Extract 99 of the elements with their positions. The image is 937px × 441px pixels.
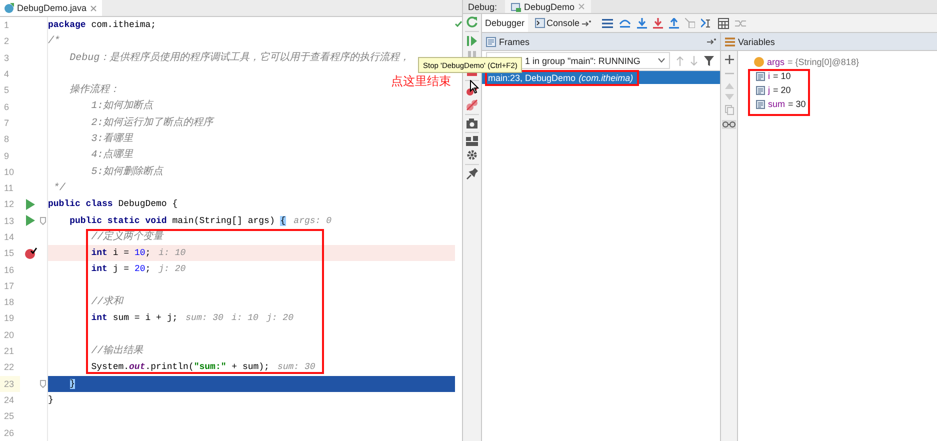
line-number: 14 — [3, 231, 16, 244]
variable-item[interactable]: j = 20 — [738, 83, 937, 97]
settings-icon[interactable] — [466, 149, 478, 161]
close-icon[interactable] — [90, 4, 97, 12]
line-number: 13 — [3, 214, 16, 228]
line-number: 9 — [3, 150, 10, 163]
line-number: 1 — [3, 19, 10, 32]
glasses-icon[interactable] — [722, 120, 736, 129]
debug-tab[interactable]: Console — [532, 14, 594, 32]
line-number: 6 — [3, 100, 10, 114]
variable-item[interactable]: sum = 30 — [738, 97, 937, 111]
debug-label: Debug: — [467, 2, 498, 12]
code-line: 3:看哪里 — [90, 132, 134, 148]
session-tab[interactable]: DebugDemo — [505, 0, 591, 13]
code-line: //输出结果 — [90, 344, 144, 359]
line-number: 20 — [3, 328, 16, 342]
line-number: 5 — [3, 84, 10, 98]
up-arrow-icon[interactable] — [676, 56, 684, 66]
line-number: 19 — [3, 312, 16, 326]
line-number: 24 — [3, 394, 16, 407]
variables-icon — [725, 36, 735, 46]
trace-icon[interactable] — [734, 18, 746, 28]
code-line: public class DebugDemo { — [48, 198, 179, 212]
parameter-icon — [754, 57, 764, 67]
line-number: 16 — [3, 264, 16, 277]
line-number: 18 — [3, 296, 16, 310]
code-line: } — [48, 394, 54, 407]
debug-tab[interactable]: Debugger — [482, 14, 528, 32]
variable-icon — [756, 86, 765, 94]
line-number: 17 — [3, 280, 16, 293]
pin-icon[interactable] — [466, 168, 478, 180]
code-line: */ — [52, 182, 66, 196]
down-arrow-icon[interactable] — [690, 56, 698, 66]
force-step-into-icon[interactable] — [652, 18, 663, 28]
variable-icon — [756, 100, 765, 108]
annotation-frame — [748, 69, 810, 116]
code-line: package com.itheima; — [48, 19, 158, 32]
line-number: 22 — [3, 361, 16, 374]
step-out-icon[interactable] — [668, 18, 679, 28]
calculator-icon[interactable] — [718, 18, 729, 28]
console-icon — [534, 18, 545, 28]
line-number: 23 — [0, 376, 20, 392]
menu-icon[interactable] — [602, 18, 613, 28]
breakpoint-icon[interactable] — [24, 247, 36, 260]
step-into-icon[interactable] — [636, 18, 647, 28]
resume-icon[interactable] — [466, 35, 478, 47]
class-file-icon — [4, 3, 14, 13]
variable-item[interactable]: i = 10 — [738, 69, 937, 83]
frames-icon — [486, 36, 496, 46]
line-number: 8 — [3, 133, 10, 146]
editor-tab[interactable]: DebugDemo.java — [0, 0, 102, 16]
code-line: int j = 20; j: 20 — [90, 263, 187, 276]
step-over-icon[interactable] — [618, 18, 631, 28]
line-number: 25 — [3, 410, 16, 424]
line-number: 10 — [3, 166, 16, 179]
panel-title: Variables — [738, 36, 775, 46]
line-number: 21 — [3, 345, 16, 358]
close-icon[interactable] — [578, 3, 585, 10]
line-number: 4 — [3, 68, 10, 82]
line-number: 26 — [3, 426, 16, 440]
pin-tab-icon[interactable] — [707, 38, 716, 45]
mouse-cursor-icon — [470, 80, 479, 94]
line-number: 11 — [3, 182, 14, 196]
fold-icon[interactable] — [40, 380, 46, 388]
line-number: 7 — [3, 116, 10, 130]
code-line: public static void main(String[] args) { args: 0 — [68, 214, 332, 228]
code-line: System.out.println("sum:" + sum); sum: 30 — [90, 361, 316, 374]
pin-tab-icon — [582, 20, 591, 26]
mute-breakpoints-icon[interactable] — [466, 99, 478, 111]
chevron-down-icon — [658, 58, 665, 63]
layout-icon[interactable] — [466, 136, 478, 146]
run-to-cursor-icon[interactable] — [700, 18, 712, 28]
panel-title: Frames — [499, 36, 530, 46]
code-line: int sum = i + j; sum: 30 i: 10 j: 20 — [90, 312, 294, 326]
line-number: 2 — [3, 35, 10, 48]
frame-item[interactable]: main:23, DebugDemo (com.itheima) — [482, 71, 720, 84]
code-line: //求和 — [90, 294, 125, 310]
code-line: 5:如何删除断点 — [90, 164, 165, 180]
filter-icon[interactable] — [704, 56, 714, 66]
camera-icon[interactable] — [466, 118, 478, 129]
run-icon[interactable] — [25, 215, 35, 226]
line-number: 3 — [3, 52, 10, 65]
annotation-text: 点这里结束 — [391, 73, 451, 90]
check-icon — [455, 21, 462, 27]
line-number: 15 — [3, 247, 16, 260]
code-line: 1:如何加断点 — [90, 98, 155, 114]
variable-item[interactable]: args = {String[0]@818} — [738, 55, 937, 69]
line-number: 12 — [3, 198, 16, 212]
rerun-icon[interactable] — [466, 16, 478, 28]
code-line: 操作流程： — [68, 82, 121, 98]
drop-frame-icon[interactable] — [684, 18, 695, 28]
code-line: 2:如何运行加了断点的程序 — [90, 116, 216, 131]
code-line: /* — [48, 34, 62, 50]
fold-icon[interactable] — [40, 216, 46, 225]
code-line: //定义两个变量 — [90, 230, 165, 245]
run-icon[interactable] — [25, 198, 35, 210]
plus-icon[interactable] — [724, 55, 734, 64]
code-line: 4:点哪里 — [90, 148, 134, 164]
variable-icon — [756, 72, 765, 80]
